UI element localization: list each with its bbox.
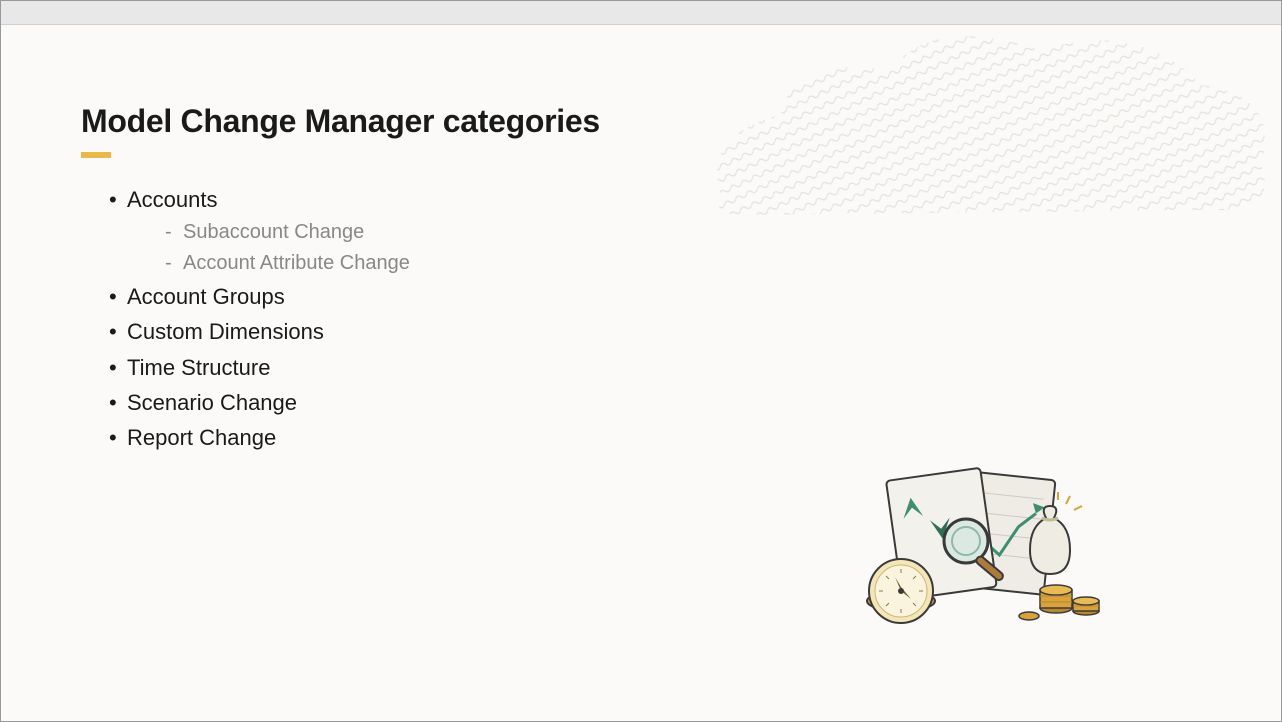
list-item: Accounts Subaccount Change Account Attri…	[109, 182, 1201, 279]
slide-content: Model Change Manager categories Accounts…	[1, 25, 1281, 721]
slide-frame: Model Change Manager categories Accounts…	[0, 0, 1282, 722]
finance-illustration: $	[831, 461, 1111, 641]
title-accent-bar	[81, 152, 111, 158]
list-item: Custom Dimensions	[109, 314, 1201, 349]
list-item: Account Groups	[109, 279, 1201, 314]
svg-text:$: $	[955, 524, 979, 564]
list-item: Report Change	[109, 420, 1201, 455]
list-item-label: Accounts	[127, 187, 218, 212]
list-item: Time Structure	[109, 350, 1201, 385]
sub-list: Subaccount Change Account Attribute Chan…	[127, 217, 1201, 279]
list-item: Scenario Change	[109, 385, 1201, 420]
category-list: Accounts Subaccount Change Account Attri…	[81, 182, 1201, 455]
window-top-bar	[1, 1, 1281, 25]
sub-list-item: Account Attribute Change	[165, 248, 1201, 279]
sub-list-item: Subaccount Change	[165, 217, 1201, 248]
slide-title: Model Change Manager categories	[81, 103, 1201, 140]
